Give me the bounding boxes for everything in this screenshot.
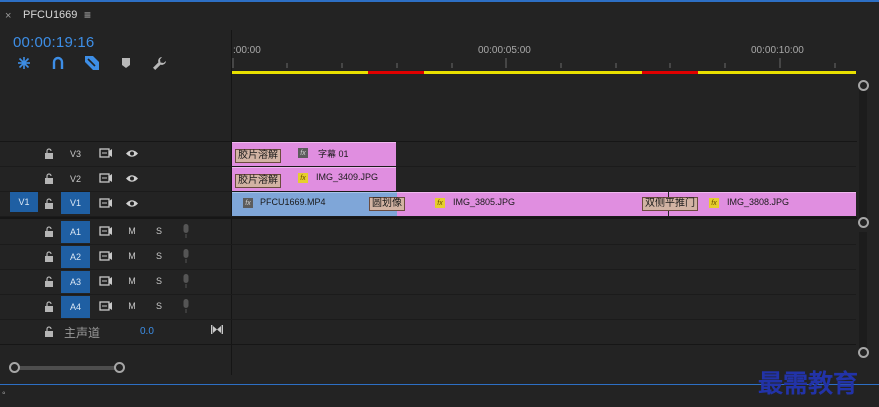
sync-lock-icon[interactable] xyxy=(98,224,114,238)
add-marker-icon[interactable] xyxy=(83,54,101,72)
track-a3: A3 M S xyxy=(0,270,856,295)
playhead-timecode[interactable]: 00:00:19:16 xyxy=(13,34,94,51)
h-scroll-knob-right[interactable] xyxy=(114,362,125,373)
ruler-ticks xyxy=(232,58,836,68)
sync-lock-icon[interactable] xyxy=(98,146,114,160)
track-target-v2[interactable]: V2 xyxy=(61,168,90,190)
jump-to-edges-icon[interactable] xyxy=(210,322,224,336)
video-audio-divider xyxy=(0,217,857,219)
status-indicator: ◦ xyxy=(2,388,6,399)
clip-img-3409[interactable]: 胶片溶解 fx IMG_3409.JPG xyxy=(232,167,396,191)
lock-icon[interactable] xyxy=(42,274,56,288)
clip-name: IMG_3808.JPG xyxy=(727,197,790,207)
fx-badge: fx xyxy=(709,198,719,208)
transition-iris-round[interactable]: 圆划像 xyxy=(369,197,405,211)
track-a1: A1 M S xyxy=(0,220,856,245)
transition-film-dissolve-v3[interactable]: 胶片溶解 xyxy=(235,149,281,163)
track-a2: A2 M S xyxy=(0,245,856,270)
track-v1: V1 V1 fx PFCU1669.MP4 fx IMG_3805.JPG fx… xyxy=(0,192,856,217)
lock-icon[interactable] xyxy=(42,324,56,338)
fx-badge: fx xyxy=(298,173,308,183)
audio-tracks-scrollbar[interactable] xyxy=(858,232,869,358)
horizontal-zoom-scrollbar[interactable] xyxy=(14,366,119,370)
solo-button[interactable]: S xyxy=(153,275,165,287)
track-a4: A4 M S xyxy=(0,295,856,320)
marker-icon[interactable] xyxy=(117,54,135,72)
track-target-a2[interactable]: A2 xyxy=(61,246,90,268)
snap-icon[interactable] xyxy=(15,54,33,72)
fx-badge: fx xyxy=(298,148,308,158)
sequence-tab-title[interactable]: PFCU1669 xyxy=(23,9,77,21)
clip-subtitle[interactable]: 胶片溶解 fx 字幕 01 xyxy=(232,142,396,166)
master-volume-value[interactable]: 0.0 xyxy=(140,326,154,337)
solo-button[interactable]: S xyxy=(153,300,165,312)
render-bar-red-1 xyxy=(368,71,424,74)
master-track-label: 主声道 xyxy=(64,326,101,340)
mute-button[interactable]: M xyxy=(126,300,138,312)
clip-name: IMG_3409.JPG xyxy=(316,172,379,182)
mute-button[interactable]: M xyxy=(126,275,138,287)
time-ruler[interactable]: :00:00 00:00:05:00 00:00:10:00 xyxy=(232,28,859,76)
clip-img-3805[interactable]: fx IMG_3805.JPG xyxy=(397,192,668,216)
source-patch-v1[interactable]: V1 xyxy=(10,192,38,212)
work-area-bar[interactable] xyxy=(232,71,856,74)
track-target-v3[interactable]: V3 xyxy=(61,143,90,165)
transition-film-dissolve-v2[interactable]: 胶片溶解 xyxy=(235,174,281,188)
close-icon[interactable]: × xyxy=(5,10,11,22)
lock-icon[interactable] xyxy=(42,224,56,238)
clip-name: 字幕 01 xyxy=(318,149,349,159)
microphone-icon[interactable] xyxy=(180,248,192,264)
solo-button[interactable]: S xyxy=(153,250,165,262)
track-master: 主声道 0.0 xyxy=(0,320,856,345)
lock-icon[interactable] xyxy=(42,196,56,210)
sync-lock-icon[interactable] xyxy=(98,196,114,210)
microphone-icon[interactable] xyxy=(180,298,192,314)
microphone-icon[interactable] xyxy=(180,223,192,239)
track-target-a3[interactable]: A3 xyxy=(61,271,90,293)
status-bar: ◦ xyxy=(0,385,879,407)
ruler-label-5s: 00:00:05:00 xyxy=(478,45,531,56)
sync-lock-icon[interactable] xyxy=(98,299,114,313)
clip-name: PFCU1669.MP4 xyxy=(260,197,326,207)
microphone-icon[interactable] xyxy=(180,273,192,289)
eye-icon[interactable] xyxy=(124,146,140,160)
clip-name: IMG_3805.JPG xyxy=(453,197,516,207)
ruler-label-10s: 00:00:10:00 xyxy=(751,45,804,56)
lock-icon[interactable] xyxy=(42,171,56,185)
solo-button[interactable]: S xyxy=(153,225,165,237)
eye-icon[interactable] xyxy=(124,196,140,210)
track-target-a4[interactable]: A4 xyxy=(61,296,90,318)
transition-double-side-push-door[interactable]: 双侧平推门 xyxy=(642,197,698,211)
fx-badge: fx xyxy=(435,198,445,208)
panel-menu-icon[interactable]: ≡ xyxy=(84,8,91,22)
panel-title-bar: × PFCU1669 ≡ xyxy=(0,2,879,28)
watermark: 最需教育 xyxy=(758,369,859,398)
linked-selection-icon[interactable] xyxy=(49,54,67,72)
sync-lock-icon[interactable] xyxy=(98,171,114,185)
scroll-knob-audio[interactable] xyxy=(858,347,869,358)
wrench-icon[interactable] xyxy=(150,54,168,72)
ruler-label-start: :00:00 xyxy=(233,45,261,56)
fx-badge: fx xyxy=(243,198,253,208)
render-bar-red-2 xyxy=(642,71,698,74)
track-v2: V2 胶片溶解 fx IMG_3409.JPG xyxy=(0,167,856,192)
eye-icon[interactable] xyxy=(124,171,140,185)
mute-button[interactable]: M xyxy=(126,250,138,262)
track-target-a1[interactable]: A1 xyxy=(61,221,90,243)
lock-icon[interactable] xyxy=(42,146,56,160)
scroll-knob-bottom[interactable] xyxy=(858,217,869,228)
lock-icon[interactable] xyxy=(42,299,56,313)
track-v3: V3 胶片溶解 fx 字幕 01 xyxy=(0,142,856,167)
track-target-v1[interactable]: V1 xyxy=(61,192,90,214)
sync-lock-icon[interactable] xyxy=(98,249,114,263)
mute-button[interactable]: M xyxy=(126,225,138,237)
sync-lock-icon[interactable] xyxy=(98,274,114,288)
scroll-knob-top[interactable] xyxy=(858,80,869,91)
video-tracks-scrollbar[interactable] xyxy=(858,80,869,228)
lock-icon[interactable] xyxy=(42,249,56,263)
h-scroll-knob-left[interactable] xyxy=(9,362,20,373)
